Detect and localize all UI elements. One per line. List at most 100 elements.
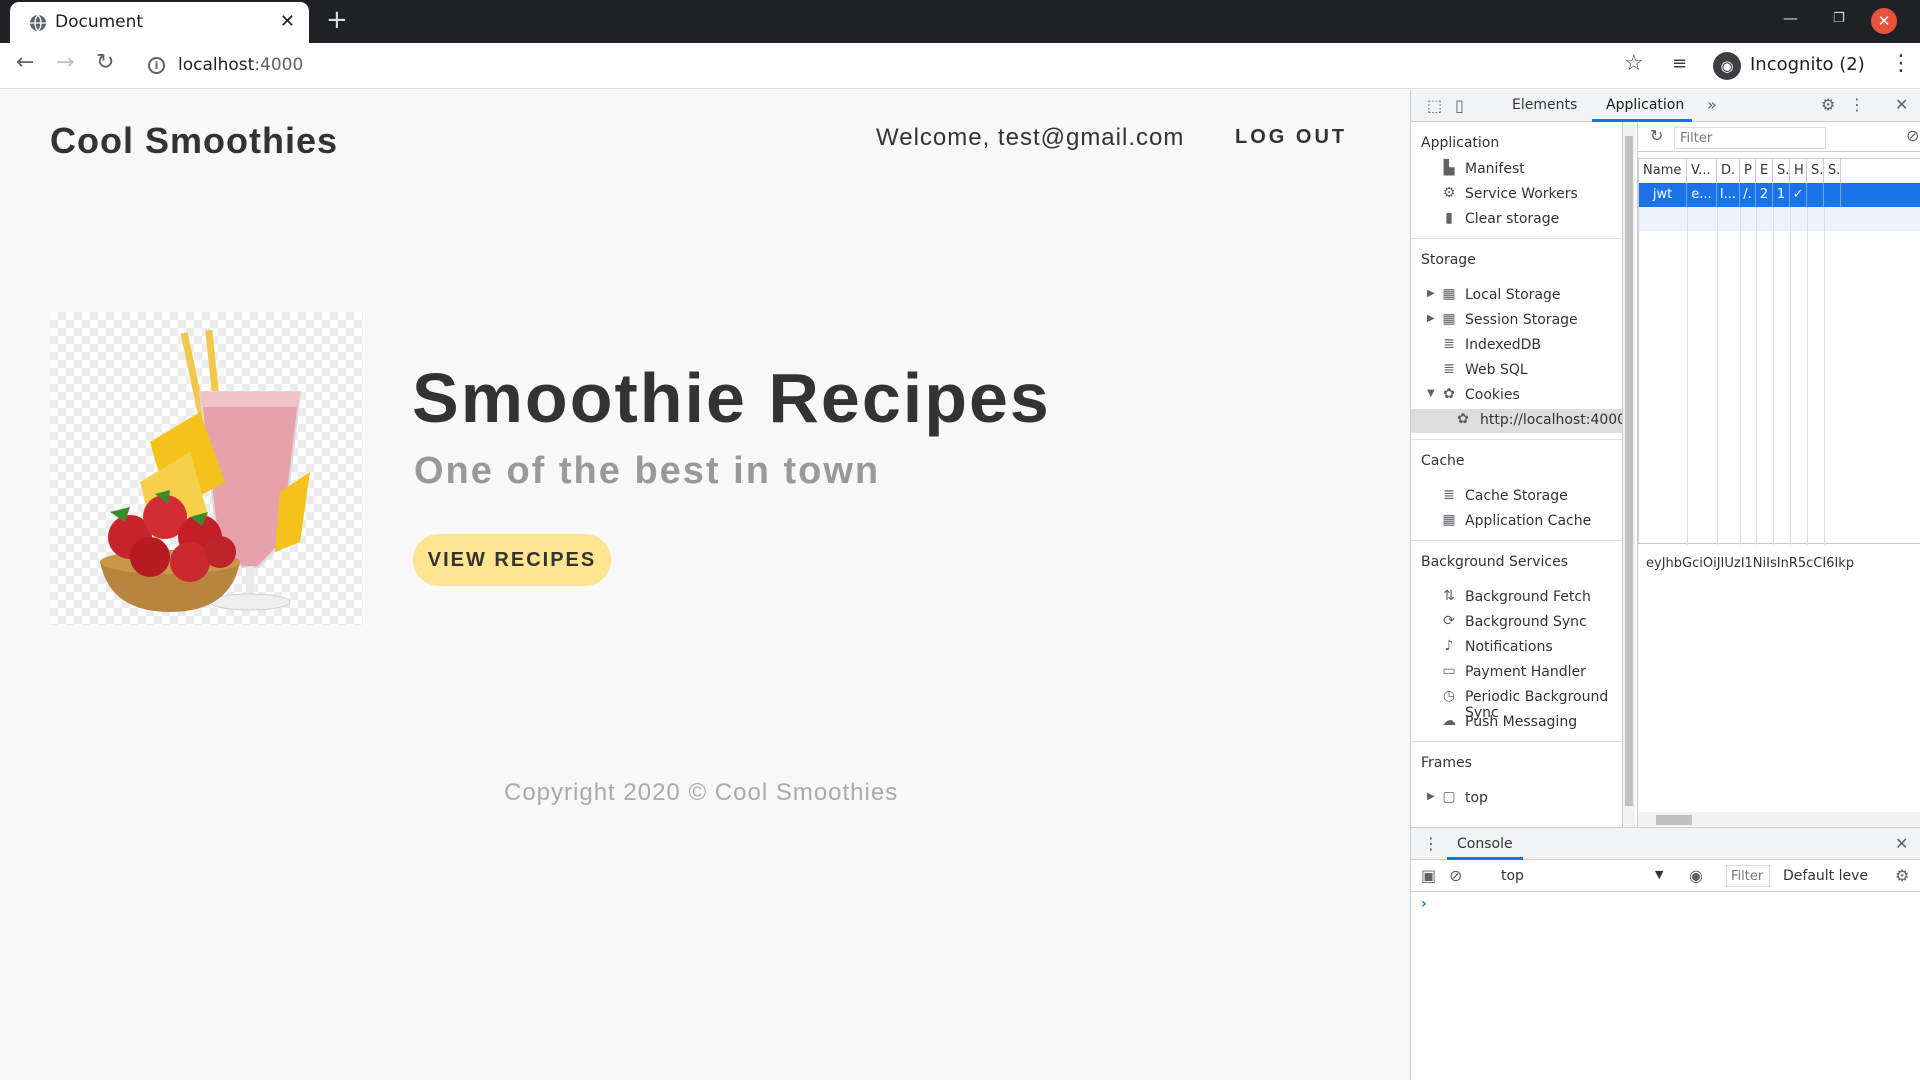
column-header[interactable]: V... — [1687, 159, 1717, 183]
sidebar-item-web-sql[interactable]: ≣ Web SQL — [1411, 359, 1622, 383]
devtools-close-icon[interactable]: ✕ — [1895, 95, 1908, 114]
more-tabs-icon[interactable]: » — [1707, 95, 1717, 114]
tab-elements[interactable]: Elements — [1512, 97, 1577, 113]
sidebar-item-label: Clear storage — [1465, 211, 1560, 227]
sidebar-item-cookies[interactable]: ▼ ✿ Cookies — [1411, 384, 1622, 408]
devtools-tabbar: ⬚ ▯ Elements Application » ⚙ ⋮ ✕ — [1411, 90, 1920, 122]
globe-icon — [30, 14, 46, 32]
device-toolbar-icon[interactable]: ▯ — [1455, 96, 1464, 115]
sidebar-item-label: Cookies — [1465, 387, 1520, 403]
window-close-icon[interactable]: ✕ — [1871, 8, 1897, 34]
column-divider — [1824, 207, 1825, 545]
clear-console-icon[interactable]: ⊘ — [1449, 866, 1462, 885]
bookmark-star-icon[interactable]: ☆ — [1624, 51, 1644, 76]
column-header[interactable]: S. — [1773, 159, 1790, 183]
cookie-expires-cell: 2 — [1756, 183, 1773, 207]
expand-arrow-icon[interactable]: ▶ — [1427, 313, 1435, 324]
forward-icon[interactable]: → — [56, 50, 74, 75]
sidebar-item-background-fetch[interactable]: ⇅ Background Fetch — [1411, 586, 1622, 610]
hero-title: Smoothie Recipes — [412, 359, 1051, 437]
address-bar[interactable]: localhost:4000 — [178, 55, 303, 75]
sidebar-item-background-sync[interactable]: ⟳ Background Sync — [1411, 611, 1622, 635]
new-tab-icon[interactable]: + — [326, 5, 348, 35]
clear-all-icon[interactable]: ⊘ — [1906, 126, 1919, 145]
cookie-table-hscrollbar[interactable] — [1638, 812, 1920, 826]
sidebar-item-clear-storage[interactable]: ▮ Clear storage — [1411, 208, 1622, 232]
sidebar-item-cookie-origin[interactable]: ✿ http://localhost:4000 — [1411, 409, 1623, 433]
sidebar-scrollbar-thumb[interactable] — [1625, 136, 1633, 806]
console-prompt[interactable]: › — [1421, 896, 1427, 912]
divider — [1411, 540, 1622, 541]
column-header[interactable]: S. — [1824, 159, 1841, 183]
tab-application[interactable]: Application — [1606, 97, 1684, 113]
sidebar-item-application-cache[interactable]: ▦ Application Cache — [1411, 510, 1622, 534]
tab-console[interactable]: Console — [1457, 836, 1513, 852]
hero-subtitle: One of the best in town — [414, 450, 881, 492]
expand-arrow-icon[interactable]: ▶ — [1427, 288, 1435, 299]
cookie-table: Name V... D. P E S. H S. S. jwt e... l..… — [1638, 158, 1920, 545]
view-recipes-button[interactable]: VIEW RECIPES — [413, 534, 611, 586]
reload-icon[interactable]: ↻ — [96, 50, 114, 75]
drawer-menu-icon[interactable]: ⋮ — [1423, 834, 1439, 853]
expand-arrow-icon[interactable]: ▶ — [1427, 791, 1435, 802]
sidebar-item-session-storage[interactable]: ▶ ▦ Session Storage — [1411, 309, 1622, 333]
drawer-close-icon[interactable]: ✕ — [1895, 834, 1908, 853]
cookie-value-preview: eyJhbGciOiJIUzI1NiIsInR5cCI6Ikp — [1646, 556, 1855, 571]
incognito-icon[interactable]: ◉ — [1713, 52, 1741, 80]
tab-close-icon[interactable]: ✕ — [280, 11, 295, 32]
minimize-icon[interactable]: — — [1783, 9, 1798, 27]
incognito-label[interactable]: Incognito (2) — [1750, 54, 1865, 75]
sidebar-item-payment-handler[interactable]: ▭ Payment Handler — [1411, 661, 1622, 685]
log-level-selector[interactable]: Default leve — [1783, 868, 1868, 884]
sidebar-item-local-storage[interactable]: ▶ ▦ Local Storage — [1411, 284, 1622, 308]
column-header[interactable]: E — [1756, 159, 1773, 183]
cookie-filter-input[interactable] — [1674, 127, 1826, 149]
column-header[interactable]: S. — [1807, 159, 1824, 183]
column-header[interactable]: Name — [1639, 159, 1687, 183]
column-header[interactable]: P — [1740, 159, 1756, 183]
browser-tab[interactable]: Document ✕ — [10, 2, 309, 43]
sidebar-item-notifications[interactable]: ♪ Notifications — [1411, 636, 1622, 660]
eye-icon[interactable]: ◉ — [1689, 866, 1703, 885]
dropdown-arrow-icon[interactable]: ▼ — [1655, 868, 1663, 881]
cloud-icon: ☁ — [1442, 713, 1456, 729]
site-title[interactable]: Cool Smoothies — [50, 120, 338, 162]
inspect-element-icon[interactable]: ⬚ — [1427, 96, 1442, 115]
settings-gear-icon[interactable]: ⚙ — [1821, 95, 1835, 114]
sidebar-item-indexeddb[interactable]: ≣ IndexedDB — [1411, 334, 1622, 358]
sidebar-item-periodic-background-sync[interactable]: ◷ Periodic Background Sync — [1411, 686, 1622, 721]
sidebar-item-service-workers[interactable]: ⚙ Service Workers — [1411, 183, 1622, 207]
sidebar-item-manifest[interactable]: ▙ Manifest — [1411, 158, 1622, 182]
smoothie-image — [50, 312, 363, 625]
refresh-icon[interactable]: ↻ — [1650, 126, 1663, 145]
clock-icon: ◷ — [1442, 688, 1456, 704]
smoothie-illustration — [100, 329, 310, 612]
cookie-httponly-cell: ✓ — [1790, 183, 1807, 207]
context-selector[interactable]: top — [1501, 868, 1524, 884]
fetch-arrows-icon: ⇅ — [1443, 588, 1455, 604]
collapse-arrow-icon[interactable]: ▼ — [1427, 388, 1435, 399]
sidebar-item-cache-storage[interactable]: ≣ Cache Storage — [1411, 485, 1622, 509]
sidebar-item-label: http://localhost:4000 — [1480, 412, 1623, 428]
sidebar-item-frame-top[interactable]: ▶ ▢ top — [1411, 787, 1622, 811]
media-control-icon[interactable]: ≡ — [1672, 53, 1687, 74]
table-grid-icon: ▦ — [1442, 311, 1456, 327]
table-row[interactable]: jwt e... l... /. 2 1 ✓ — [1639, 183, 1920, 207]
url-port: :4000 — [254, 55, 304, 75]
browser-menu-icon[interactable]: ⋮ — [1890, 51, 1912, 76]
sidebar-scrollbar[interactable] — [1623, 122, 1635, 827]
hscrollbar-thumb[interactable] — [1656, 815, 1692, 825]
back-icon[interactable]: ← — [16, 50, 34, 75]
console-settings-icon[interactable]: ⚙ — [1895, 866, 1909, 885]
cookie-icon: ✿ — [1443, 386, 1455, 402]
sidebar-toggle-icon[interactable]: ▣ — [1421, 866, 1436, 885]
site-info-icon[interactable]: i — [148, 57, 165, 74]
restore-icon[interactable]: ❐ — [1833, 11, 1845, 26]
column-header[interactable]: D. — [1717, 159, 1740, 183]
column-header[interactable]: H — [1790, 159, 1807, 183]
sidebar-item-push-messaging[interactable]: ☁ Push Messaging — [1411, 711, 1622, 735]
sidebar-item-label: Service Workers — [1465, 186, 1578, 202]
devtools-menu-icon[interactable]: ⋮ — [1849, 95, 1865, 114]
logout-link[interactable]: LOG OUT — [1235, 126, 1347, 149]
console-filter-input[interactable] — [1726, 865, 1770, 887]
